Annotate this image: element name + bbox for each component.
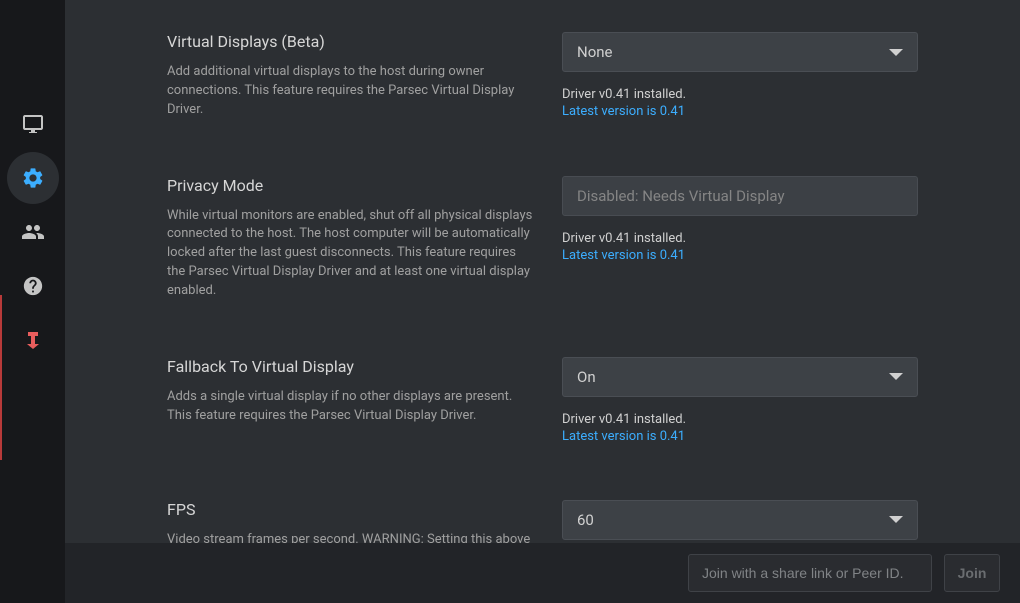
join-button[interactable]: Join <box>944 554 1000 592</box>
chevron-down-icon <box>889 49 903 56</box>
privacy-mode-dropdown: Disabled: Needs Virtual Display <box>562 176 918 216</box>
sidebar-item-friends[interactable] <box>21 220 45 244</box>
help-icon <box>22 275 44 297</box>
setting-title: Fallback To Virtual Display <box>167 357 534 376</box>
setting-row-privacy-mode: Privacy Mode While virtual monitors are … <box>167 176 968 301</box>
settings-panel: Virtual Displays (Beta) Add additional v… <box>65 0 1020 543</box>
driver-version-link[interactable]: Latest version is 0.41 <box>562 248 918 263</box>
sidebar-item-help[interactable] <box>21 274 45 298</box>
setting-description: Add additional virtual displays to the h… <box>167 63 534 120</box>
accent-bar <box>0 295 2 460</box>
dropdown-value: On <box>577 368 596 386</box>
peer-id-input[interactable] <box>688 554 932 592</box>
chevron-down-icon <box>889 373 903 380</box>
driver-status: Driver v0.41 installed. <box>562 86 918 104</box>
setting-row-virtual-displays: Virtual Displays (Beta) Add additional v… <box>167 32 968 120</box>
setting-title: Privacy Mode <box>167 176 534 195</box>
driver-status: Driver v0.41 installed. <box>562 230 918 248</box>
chevron-down-icon <box>889 516 903 523</box>
setting-row-fps: FPS Video stream frames per second. WARN… <box>167 500 968 543</box>
dropdown-value: Disabled: Needs Virtual Display <box>577 187 785 205</box>
driver-version-link[interactable]: Latest version is 0.41 <box>562 429 918 444</box>
fps-dropdown[interactable]: 60 <box>562 500 918 540</box>
arcade-icon <box>21 328 45 352</box>
sidebar-item-settings[interactable] <box>7 152 59 204</box>
dropdown-value: 60 <box>577 511 594 529</box>
setting-row-fallback: Fallback To Virtual Display Adds a singl… <box>167 357 968 444</box>
setting-title: Virtual Displays (Beta) <box>167 32 534 51</box>
setting-description: Adds a single virtual display if no othe… <box>167 388 534 426</box>
dropdown-value: None <box>577 43 613 61</box>
virtual-displays-dropdown[interactable]: None <box>562 32 918 72</box>
gear-icon <box>21 166 45 190</box>
sidebar-item-arcade[interactable] <box>21 328 45 352</box>
sidebar <box>0 0 65 603</box>
sidebar-item-computer[interactable] <box>21 112 45 136</box>
computer-icon <box>21 112 45 136</box>
driver-status: Driver v0.41 installed. <box>562 411 918 429</box>
setting-description: While virtual monitors are enabled, shut… <box>167 207 534 301</box>
fallback-dropdown[interactable]: On <box>562 357 918 397</box>
friends-icon <box>21 219 45 245</box>
setting-title: FPS <box>167 500 534 519</box>
setting-description: Video stream frames per second. WARNING:… <box>167 531 534 543</box>
bottom-bar: Join <box>65 543 1020 603</box>
driver-version-link[interactable]: Latest version is 0.41 <box>562 104 918 119</box>
